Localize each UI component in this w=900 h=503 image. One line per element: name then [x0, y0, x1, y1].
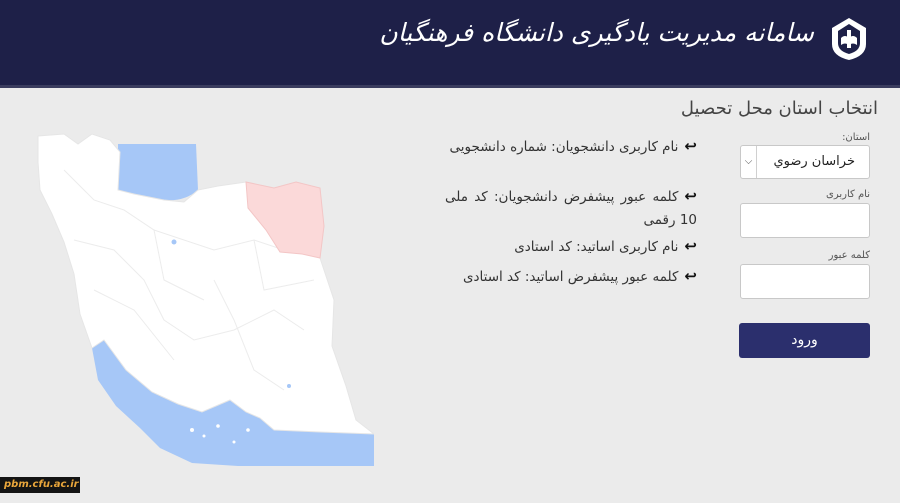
info-item-1: ↩ نام کاربری دانشجویان: شماره دانشجویی	[445, 135, 697, 159]
chevron-down-icon: ⌵	[741, 146, 757, 178]
return-arrow-icon: ↩	[684, 137, 697, 155]
return-arrow-icon: ↩	[684, 267, 697, 285]
gulf-island	[232, 440, 236, 444]
info-text: کلمه عبور پیشفرض اساتید: کد استادی	[462, 269, 679, 285]
iran-land	[37, 133, 374, 435]
password-label: کلمه عبور	[828, 250, 870, 261]
return-arrow-icon: ↩	[684, 187, 697, 205]
province-map[interactable]	[34, 130, 374, 466]
info-text: نام کاربری دانشجویان: شماره دانشجویی	[449, 139, 679, 155]
return-arrow-icon: ↩	[684, 237, 697, 255]
lake-small-1	[171, 239, 177, 245]
lake-small-2	[287, 384, 291, 388]
university-emblem-icon	[832, 18, 866, 60]
system-title: سامانه مدیریت یادگیری دانشگاه فرهنگیان	[379, 18, 814, 47]
info-text: نام کاربری اساتید: کد استادی	[514, 239, 679, 255]
info-item-4: ↩ کلمه عبور پیشفرض اساتید: کد استادی	[445, 265, 697, 289]
province-label: استان:	[842, 132, 870, 143]
username-field[interactable]	[740, 203, 870, 238]
province-selected-value: خراسان رضوي	[773, 154, 855, 169]
gulf-island	[216, 424, 220, 428]
province-select[interactable]: خراسان رضوي ⌵	[740, 145, 870, 179]
username-label: نام کاربری	[826, 189, 870, 200]
gulf-island	[246, 428, 250, 432]
page-title: انتخاب استان محل تحصیل	[680, 98, 878, 119]
info-item-2: ↩کلمه عبور پیشفرض دانشجویان: کد ملی 10 ر…	[445, 185, 697, 232]
header-bar: سامانه مدیریت یادگیری دانشگاه فرهنگیان	[0, 0, 900, 88]
password-field[interactable]	[740, 264, 870, 299]
gulf-island	[202, 434, 206, 438]
caspian-sea	[118, 144, 198, 201]
login-button[interactable]: ورود	[739, 323, 870, 358]
info-item-3: ↩ نام کاربری اساتید: کد استادی	[445, 235, 697, 259]
info-text: کلمه عبور پیشفرض دانشجویان: کد ملی 10 رق…	[445, 189, 697, 228]
site-address-badge: pbm.cfu.ac.ir	[0, 477, 80, 493]
gulf-island	[190, 428, 194, 432]
